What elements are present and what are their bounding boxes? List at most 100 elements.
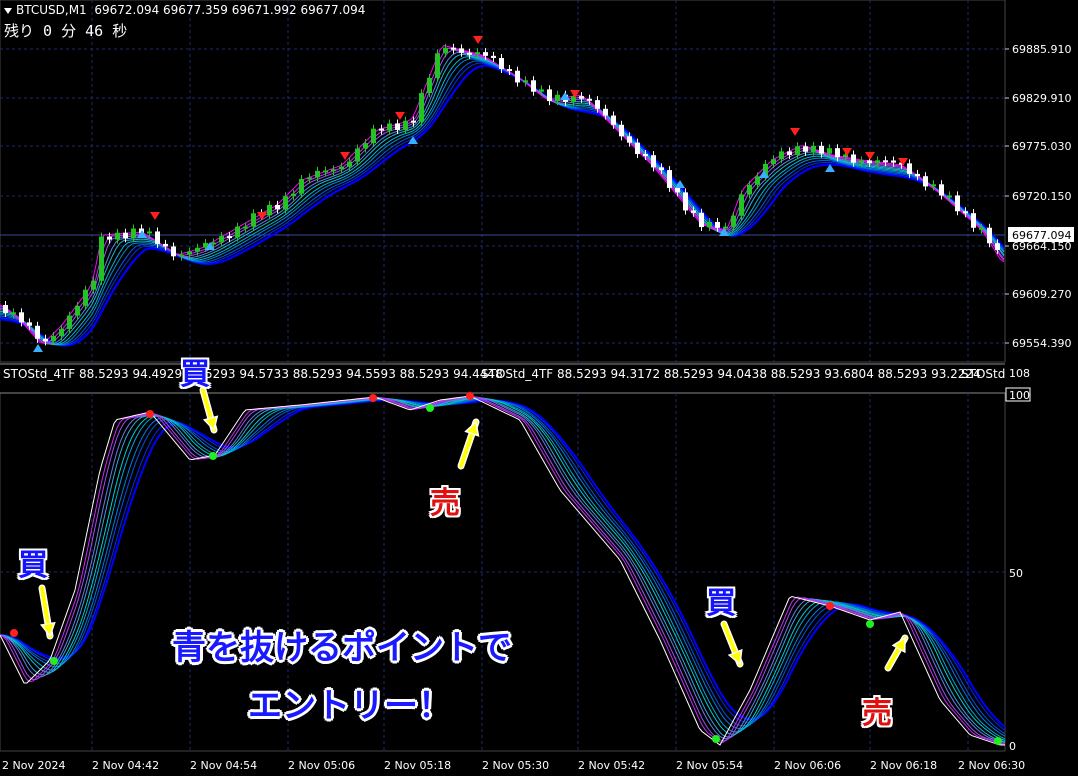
candle-body xyxy=(787,151,792,155)
caption-line-2: エントリー！ xyxy=(248,686,452,726)
candle-body xyxy=(219,236,224,243)
candle-body xyxy=(539,89,544,92)
candle-body xyxy=(963,211,968,214)
dropdown-icon[interactable] xyxy=(4,7,12,14)
indicator-label: STOStd xyxy=(961,367,1006,381)
candle-body xyxy=(123,232,128,239)
candle-body xyxy=(275,204,280,210)
candle-body xyxy=(51,335,56,342)
candle-body xyxy=(187,251,192,255)
sell-dot xyxy=(466,392,474,400)
candle-body xyxy=(627,136,632,143)
candle-body xyxy=(747,184,752,195)
candle-body xyxy=(859,160,864,163)
candle-body xyxy=(795,146,800,155)
candle-body xyxy=(283,196,288,210)
stochastic-ribbons xyxy=(0,395,1006,746)
candle-body xyxy=(475,52,480,55)
candle-body xyxy=(923,176,928,187)
candle-body xyxy=(211,242,216,245)
candle-body xyxy=(427,77,432,94)
candle-body xyxy=(675,187,680,193)
sell-label: 売 xyxy=(862,696,892,731)
candle-body xyxy=(307,177,312,180)
ribbon-line xyxy=(0,58,1005,346)
candle-body xyxy=(699,212,704,228)
candle-body xyxy=(411,120,416,123)
sell-label: 売 xyxy=(430,486,460,521)
time-tick-label: 2 Nov 04:42 xyxy=(92,759,159,772)
candle-body xyxy=(907,163,912,174)
ribbon-line xyxy=(0,51,1005,345)
candle-body xyxy=(67,315,72,329)
candle-body xyxy=(611,115,616,125)
candle-body xyxy=(515,70,520,83)
ribbon-line xyxy=(0,56,1005,346)
indicator-label: STOStd_4TF 88.5293 94.4929 88.5293 94.57… xyxy=(3,367,503,381)
candle-body xyxy=(803,146,808,152)
indicator-label: STOStd_4TF 88.5293 94.3172 88.5293 94.04… xyxy=(481,367,981,381)
candle-body xyxy=(499,58,504,70)
candle-body xyxy=(323,170,328,173)
candle-body xyxy=(443,47,448,54)
sell-dot xyxy=(10,629,18,637)
candle-body xyxy=(739,194,744,216)
candle-body xyxy=(555,94,560,102)
candle-body xyxy=(467,52,472,55)
candle-body xyxy=(659,167,664,171)
candle-body xyxy=(251,213,256,227)
candle-body xyxy=(3,305,8,314)
price-tick-label: 69885.910 xyxy=(1012,43,1072,56)
candle-body xyxy=(99,236,104,281)
time-tick-label: 2 Nov 2024 xyxy=(2,759,65,772)
candle-body xyxy=(27,322,32,326)
candle-body xyxy=(35,325,40,339)
candle-body xyxy=(363,143,368,149)
time-tick-label: 2 Nov 05:06 xyxy=(288,759,355,772)
symbol-label: BTCUSD,M1 xyxy=(16,3,87,17)
chart-canvas[interactable]: 69885.91069829.91069775.03069720.1506966… xyxy=(0,0,1078,776)
candle-body xyxy=(835,148,840,158)
candle-body xyxy=(59,328,64,336)
time-tick-label: 2 Nov 06:06 xyxy=(774,759,841,772)
candle-body xyxy=(419,93,424,122)
candle-body xyxy=(331,169,336,172)
candle-body xyxy=(339,166,344,170)
indicator-tick-label: 50 xyxy=(1009,567,1023,580)
candle-body xyxy=(939,184,944,196)
price-tick-label: 69775.030 xyxy=(1012,140,1072,153)
buy-signal-icon xyxy=(560,92,570,100)
candle-body xyxy=(811,145,816,152)
candle-body xyxy=(371,128,376,144)
ribbon-line xyxy=(0,60,1005,346)
candle-body xyxy=(619,124,624,137)
indicator-tick-label: 0 xyxy=(1009,740,1016,753)
ohlc-label: 69672.094 69677.359 69671.992 69677.094 xyxy=(94,3,366,17)
candle-body xyxy=(883,160,888,163)
candle-body xyxy=(979,227,984,230)
chart-header: BTCUSD,M1 69672.094 69677.359 69671.992 … xyxy=(4,3,365,17)
candle-body xyxy=(955,195,960,212)
time-tick-label: 2 Nov 06:30 xyxy=(958,759,1025,772)
candle-body xyxy=(707,222,712,228)
buy-dot xyxy=(866,620,874,628)
candle-body xyxy=(107,236,112,240)
candle-body xyxy=(131,228,136,239)
candle-body xyxy=(771,159,776,164)
ribbon-line xyxy=(0,49,1005,345)
sell-signal-icon xyxy=(865,152,875,160)
candle-body xyxy=(235,226,240,238)
buy-dot xyxy=(50,657,58,665)
candle-body xyxy=(971,213,976,228)
candle-body xyxy=(995,243,1000,250)
candle-body xyxy=(531,80,536,92)
candle-body xyxy=(451,47,456,50)
indicator-tick-label: 100 xyxy=(1009,389,1030,402)
buy-label: 買 xyxy=(180,357,210,392)
candle-body xyxy=(91,280,96,290)
candle-body xyxy=(227,236,232,239)
candle-body xyxy=(635,142,640,155)
price-ribbons xyxy=(0,44,1005,347)
candle-body xyxy=(491,55,496,59)
candle-body xyxy=(243,226,248,229)
